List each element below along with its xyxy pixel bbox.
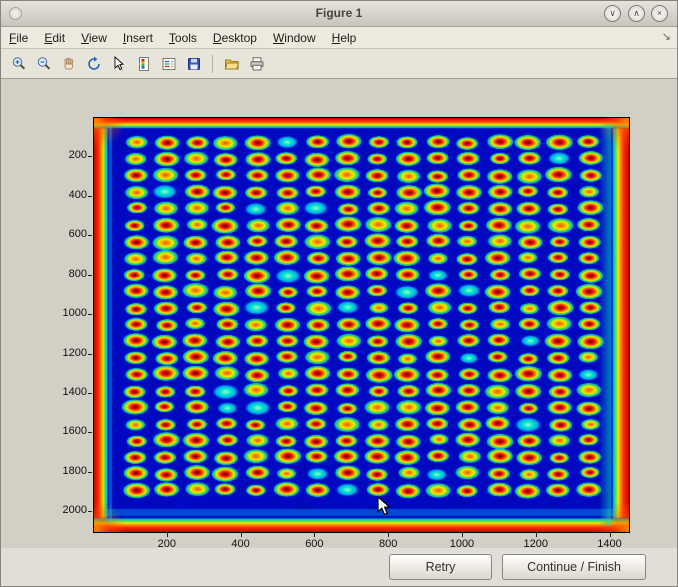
x-tick-label: 200	[147, 538, 187, 550]
x-tick-label: 1200	[516, 538, 556, 550]
rotate-3d-button[interactable]	[82, 52, 105, 75]
x-tick-label: 1400	[590, 538, 630, 550]
zoom-out-button[interactable]	[32, 52, 55, 75]
maximize-button[interactable]: ∧	[628, 5, 645, 22]
y-tick-mark	[88, 472, 92, 473]
x-tick-mark	[167, 533, 168, 537]
print-figure-button[interactable]	[245, 52, 268, 75]
y-tick-label: 1200	[45, 347, 87, 359]
y-tick-mark	[88, 196, 92, 197]
title-bar[interactable]: Figure 1 ∨ ∧ ×	[1, 1, 677, 27]
y-tick-label: 1400	[45, 386, 87, 398]
y-tick-label: 2000	[45, 504, 87, 516]
data-cursor-button[interactable]	[107, 52, 130, 75]
x-tick-mark	[536, 533, 537, 537]
menu-edit[interactable]: Edit	[36, 29, 73, 47]
y-tick-mark	[88, 432, 92, 433]
window-title: Figure 1	[1, 6, 677, 20]
plot-axes	[93, 117, 630, 533]
zoom-in-icon	[11, 56, 27, 72]
x-tick-label: 400	[221, 538, 261, 550]
open-file-button[interactable]	[220, 52, 243, 75]
insert-legend-button[interactable]	[157, 52, 180, 75]
insert-colorbar-button[interactable]	[132, 52, 155, 75]
x-tick-label: 800	[368, 538, 408, 550]
colorbar-icon	[136, 56, 152, 72]
zoom-out-icon	[36, 56, 52, 72]
x-tick-mark	[462, 533, 463, 537]
pan-button[interactable]	[57, 52, 80, 75]
y-tick-mark	[88, 511, 92, 512]
y-tick-mark	[88, 275, 92, 276]
mouse-cursor	[377, 496, 393, 518]
x-tick-mark	[388, 533, 389, 537]
close-button[interactable]: ×	[651, 5, 668, 22]
toolbar-separator	[212, 55, 213, 73]
y-tick-label: 400	[45, 189, 87, 201]
menu-window[interactable]: Window	[265, 29, 324, 47]
y-tick-label: 1600	[45, 425, 87, 437]
y-tick-label: 800	[45, 268, 87, 280]
y-tick-mark	[88, 354, 92, 355]
shade-button[interactable]: ∨	[604, 5, 621, 22]
heatmap-image[interactable]	[94, 118, 629, 532]
menu-file[interactable]: File	[1, 29, 36, 47]
menu-tools[interactable]: Tools	[161, 29, 205, 47]
menu-view[interactable]: View	[73, 29, 115, 47]
legend-icon	[161, 56, 177, 72]
menu-insert[interactable]: Insert	[115, 29, 161, 47]
pan-hand-icon	[61, 56, 77, 72]
y-tick-label: 1800	[45, 465, 87, 477]
x-tick-label: 600	[294, 538, 334, 550]
y-tick-label: 600	[45, 228, 87, 240]
menu-help[interactable]: Help	[324, 29, 365, 47]
menu-bar: File Edit View Insert Tools Desktop Wind…	[1, 27, 677, 49]
x-tick-label: 1000	[442, 538, 482, 550]
x-tick-mark	[314, 533, 315, 537]
menu-desktop[interactable]: Desktop	[205, 29, 265, 47]
y-tick-label: 200	[45, 149, 87, 161]
x-tick-mark	[241, 533, 242, 537]
y-tick-mark	[88, 393, 92, 394]
figure-window: Figure 1 ∨ ∧ × File Edit View Insert Too…	[0, 0, 678, 587]
zoom-in-button[interactable]	[7, 52, 30, 75]
retry-button[interactable]: Retry	[389, 554, 492, 580]
data-cursor-icon	[111, 56, 127, 72]
continue-finish-button[interactable]: Continue / Finish	[502, 554, 646, 580]
y-tick-mark	[88, 314, 92, 315]
printer-icon	[249, 56, 265, 72]
button-panel: Retry Continue / Finish	[1, 548, 677, 587]
dock-figure-icon[interactable]: ↘	[662, 30, 671, 43]
save-icon	[186, 56, 202, 72]
rotate-3d-icon	[86, 56, 102, 72]
save-figure-button[interactable]	[182, 52, 205, 75]
y-tick-label: 1000	[45, 307, 87, 319]
y-tick-mark	[88, 235, 92, 236]
figure-toolbar	[1, 49, 677, 79]
open-folder-icon	[224, 56, 240, 72]
y-tick-mark	[88, 156, 92, 157]
x-tick-mark	[610, 533, 611, 537]
